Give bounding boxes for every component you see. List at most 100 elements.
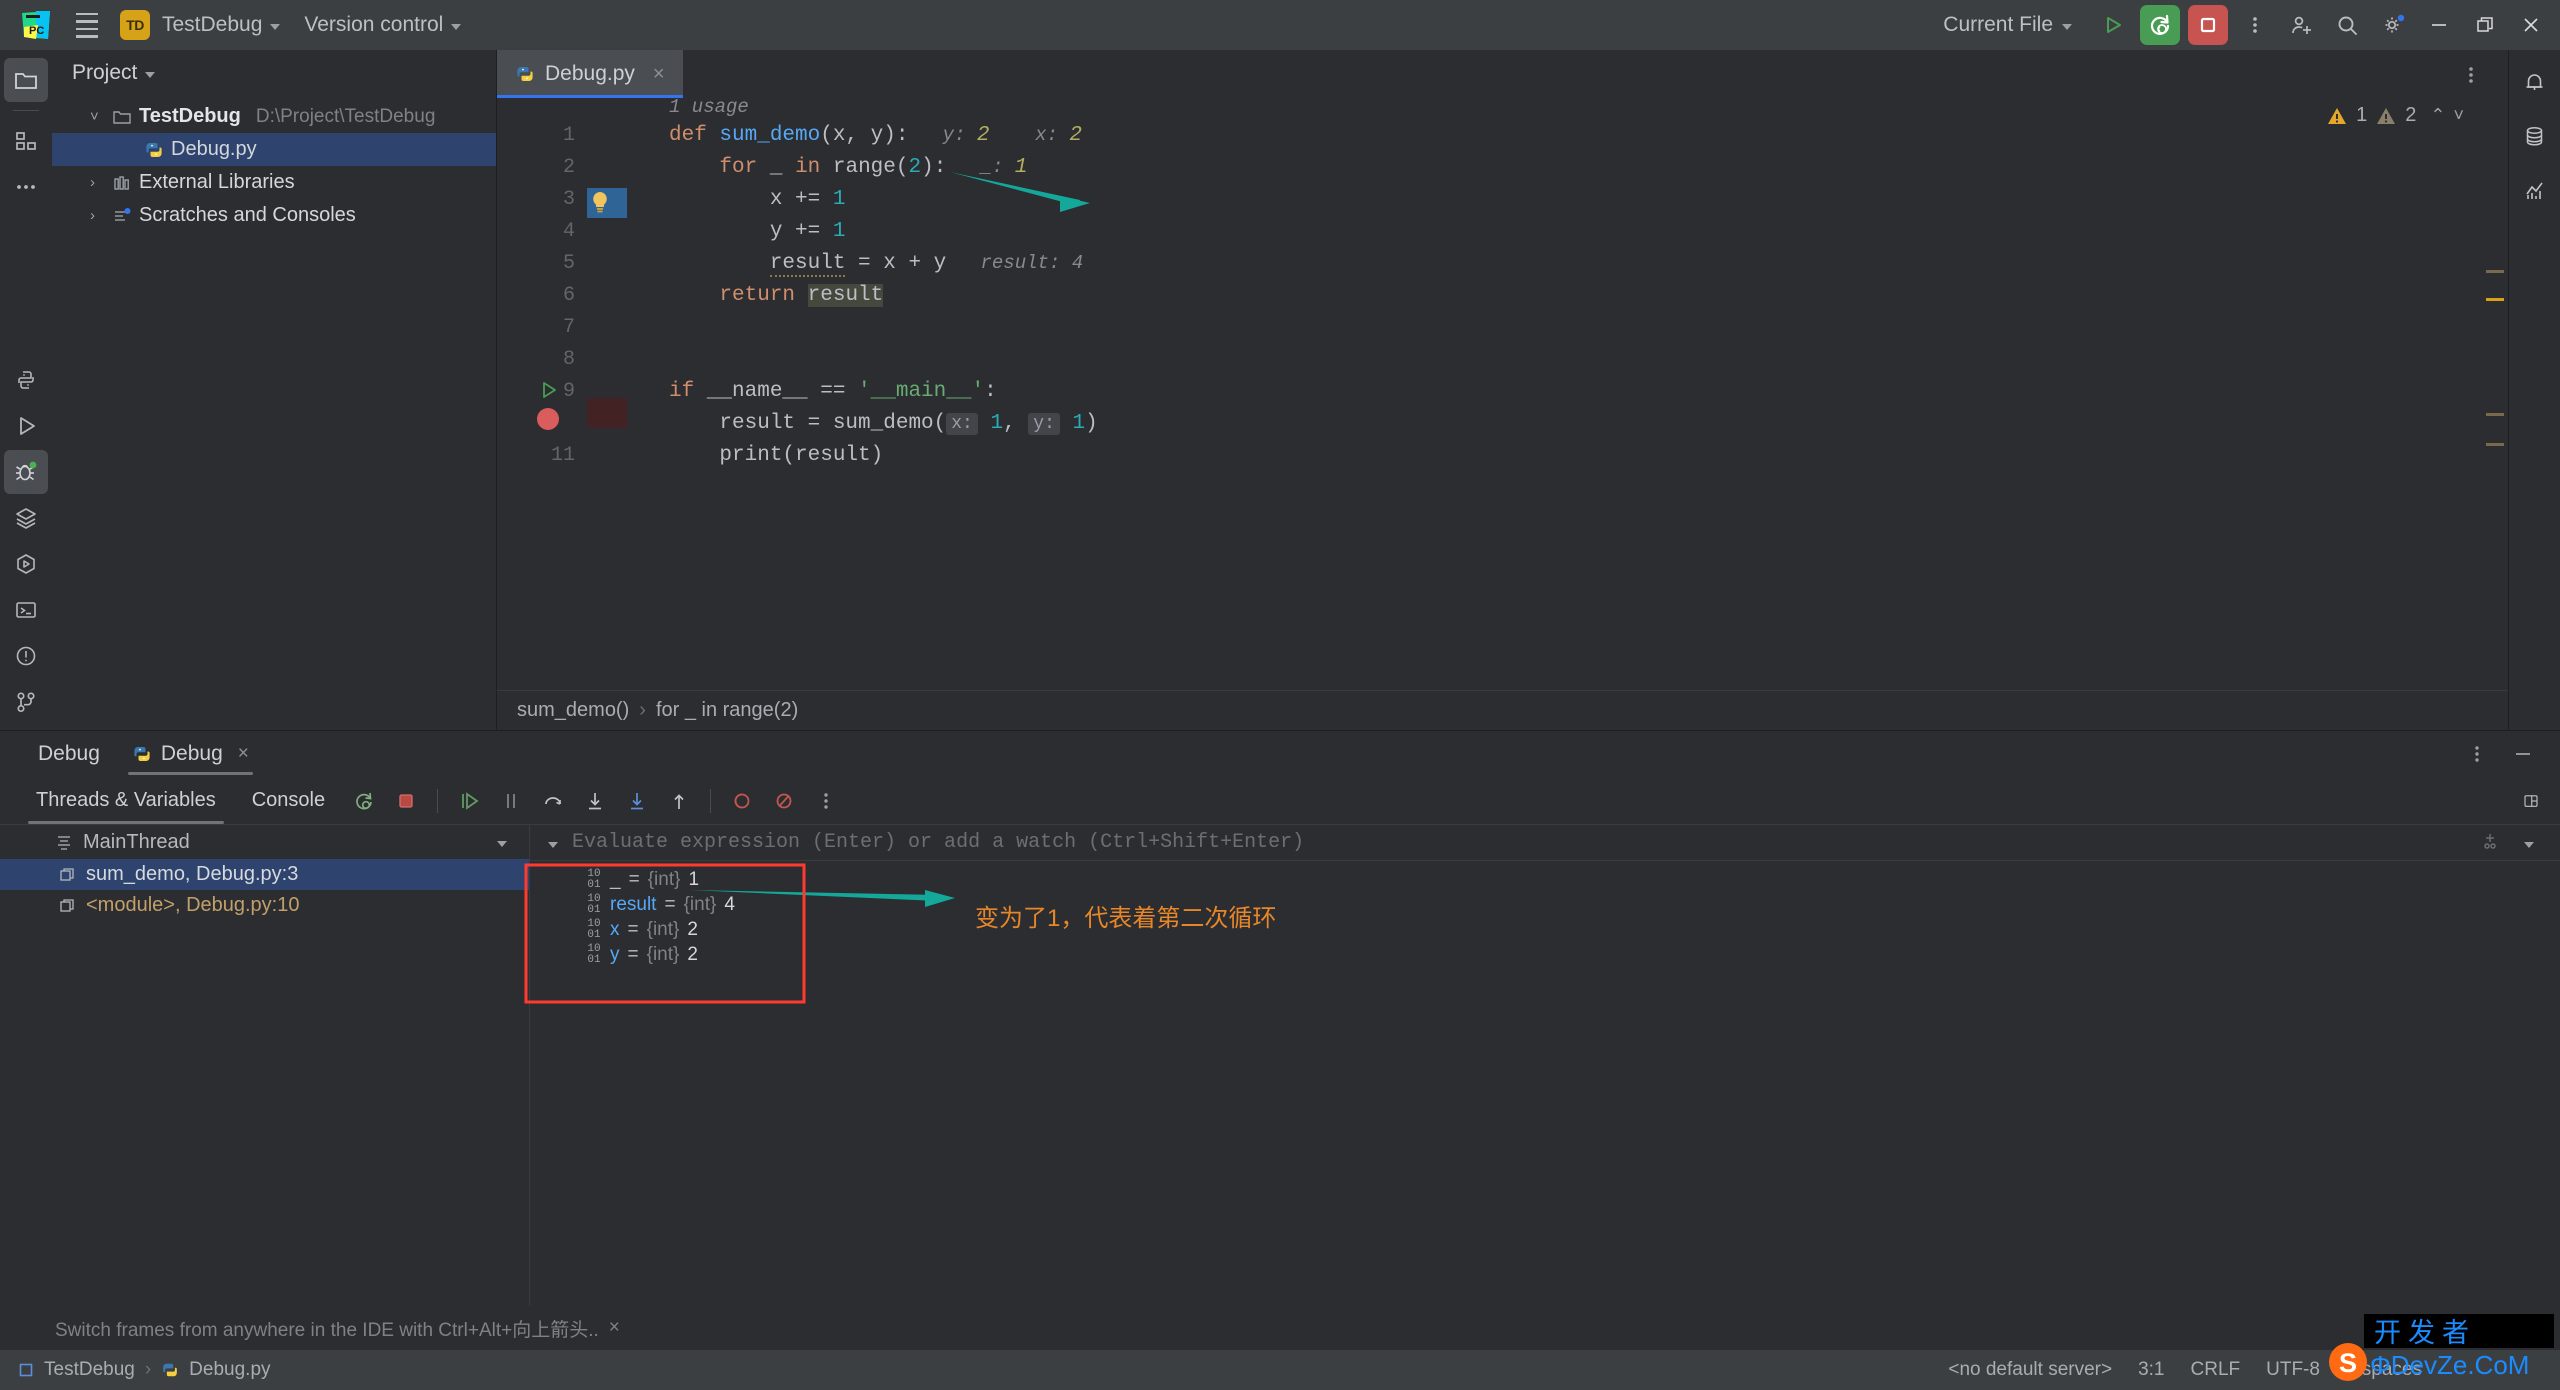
status-caret-position[interactable]: 3:1 bbox=[2138, 1359, 2164, 1381]
editor-options-button[interactable] bbox=[2448, 52, 2494, 98]
editor-tab-debug-py[interactable]: Debug.py × bbox=[497, 50, 683, 98]
chevron-down-icon[interactable] bbox=[548, 842, 558, 848]
sidebar-item-problems[interactable] bbox=[4, 634, 48, 678]
weak-warning-icon bbox=[2377, 107, 2396, 124]
sidebar-item-run[interactable] bbox=[4, 404, 48, 448]
editor-marker-bar[interactable] bbox=[2478, 98, 2508, 690]
mute-breakpoints-button[interactable] bbox=[765, 782, 803, 820]
chevron-down-icon[interactable]: ˅ bbox=[90, 108, 105, 125]
status-line-separator[interactable]: CRLF bbox=[2191, 1359, 2241, 1381]
debug-more-options-button[interactable] bbox=[807, 782, 845, 820]
svg-text:PC: PC bbox=[29, 25, 44, 37]
usage-hint[interactable]: 1 usage bbox=[669, 96, 749, 118]
variable-row[interactable]: 10 01 result = {int} 4 bbox=[530, 892, 2560, 917]
sidebar-item-services[interactable] bbox=[4, 496, 48, 540]
chevron-down-icon[interactable] bbox=[497, 840, 507, 847]
run-line-marker-icon[interactable] bbox=[539, 380, 559, 406]
close-icon[interactable]: × bbox=[238, 743, 249, 765]
breadcrumb-item-0[interactable]: sum_demo() bbox=[517, 699, 629, 722]
frame-row-sum-demo[interactable]: sum_demo, Debug.py:3 bbox=[0, 859, 529, 890]
next-problem-button[interactable]: ˅ bbox=[2453, 105, 2464, 126]
tree-node-debug-py[interactable]: Debug.py bbox=[52, 133, 496, 166]
rerun-debug-button[interactable] bbox=[345, 782, 383, 820]
binary-icon: 10 01 bbox=[587, 867, 601, 891]
close-window-button[interactable] bbox=[2508, 2, 2554, 48]
project-name-dropdown[interactable]: TestDebug bbox=[150, 8, 292, 42]
sidebar-item-python-console[interactable] bbox=[4, 542, 48, 586]
step-into-button[interactable] bbox=[576, 782, 614, 820]
variable-row[interactable]: 10 01 x = {int} 2 bbox=[530, 917, 2560, 942]
code-editor[interactable]: 1 2 3 4 5 6 7 8 9 11 1 usage def sum_dem… bbox=[497, 96, 2508, 690]
main-menu-button[interactable] bbox=[68, 7, 106, 43]
version-control-dropdown[interactable]: Version control bbox=[292, 8, 473, 42]
status-default-server[interactable]: <no default server> bbox=[1948, 1359, 2112, 1381]
tab-threads-and-variables[interactable]: Threads & Variables bbox=[20, 778, 232, 824]
debug-window-options-button[interactable] bbox=[2458, 735, 2496, 773]
inspections-widget[interactable]: 1 2 ⌃ ˅ bbox=[2326, 104, 2464, 127]
library-icon bbox=[114, 175, 129, 190]
settings-button[interactable] bbox=[2370, 2, 2416, 48]
tab-console[interactable]: Console bbox=[236, 778, 341, 824]
variable-type: {int} bbox=[646, 943, 680, 965]
variable-equals: = bbox=[627, 918, 639, 940]
add-watch-icon[interactable] bbox=[2480, 831, 2500, 858]
editor-gutter[interactable]: 1 2 3 4 5 6 7 8 9 11 bbox=[497, 98, 587, 690]
project-panel-header[interactable]: Project bbox=[52, 50, 496, 96]
restore-window-button[interactable] bbox=[2462, 2, 2508, 48]
step-out-button[interactable] bbox=[660, 782, 698, 820]
sidebar-item-structure[interactable] bbox=[4, 119, 48, 163]
more-actions-button[interactable] bbox=[2232, 2, 2278, 48]
search-everywhere-button[interactable] bbox=[2324, 2, 2370, 48]
add-user-button[interactable] bbox=[2278, 2, 2324, 48]
layout-settings-button[interactable] bbox=[2522, 782, 2560, 820]
breadcrumb-item-1[interactable]: for _ in range(2) bbox=[656, 699, 798, 722]
debug-session-tab[interactable]: Debug × bbox=[118, 731, 263, 777]
close-icon[interactable]: × bbox=[609, 1317, 620, 1339]
close-icon[interactable]: × bbox=[653, 63, 665, 86]
previous-problem-button[interactable]: ⌃ bbox=[2430, 105, 2445, 126]
variable-row[interactable]: 10 01 _ = {int} 1 bbox=[530, 867, 2560, 892]
frame-row-module[interactable]: <module>, Debug.py:10 bbox=[0, 890, 529, 921]
svg-text:S: S bbox=[2339, 1348, 2357, 1378]
sidebar-item-more[interactable] bbox=[4, 165, 48, 209]
view-breakpoints-button[interactable] bbox=[723, 782, 761, 820]
hide-debug-window-button[interactable] bbox=[2504, 735, 2542, 773]
sidebar-item-version-control[interactable] bbox=[4, 680, 48, 724]
chevron-down-icon bbox=[2062, 23, 2072, 30]
sidebar-item-python-packages[interactable] bbox=[4, 358, 48, 402]
status-encoding[interactable]: UTF-8 bbox=[2266, 1359, 2320, 1381]
chevron-right-icon[interactable]: › bbox=[90, 207, 105, 224]
run-configuration-selector[interactable]: Current File bbox=[1933, 8, 2082, 42]
evaluate-expression-input[interactable]: Evaluate expression (Enter) or add a wat… bbox=[530, 825, 2560, 861]
profiler-button[interactable] bbox=[2513, 168, 2557, 212]
intention-bulb-icon[interactable] bbox=[589, 190, 611, 220]
minimize-window-button[interactable] bbox=[2416, 2, 2462, 48]
force-step-into-button[interactable] bbox=[618, 782, 656, 820]
tree-node-scratches[interactable]: › Scratches and Consoles bbox=[52, 199, 496, 232]
notifications-button[interactable] bbox=[2513, 60, 2557, 104]
debug-toolbar: Threads & Variables Console bbox=[0, 777, 2560, 825]
stop-button[interactable] bbox=[2188, 5, 2228, 45]
database-button[interactable] bbox=[2513, 114, 2557, 158]
chevron-right-icon[interactable]: › bbox=[90, 174, 105, 191]
status-breadcrumb-project[interactable]: TestDebug bbox=[44, 1359, 135, 1381]
thread-row-mainthread[interactable]: MainThread bbox=[0, 825, 529, 859]
sidebar-item-terminal[interactable] bbox=[4, 588, 48, 632]
step-over-button[interactable] bbox=[534, 782, 572, 820]
variable-row[interactable]: 10 01 y = {int} 2 bbox=[530, 942, 2560, 967]
sidebar-item-debug[interactable] bbox=[4, 450, 48, 494]
code-text-area[interactable]: 1 usage def sum_demo(x, y): y: 2 x: 2 fo… bbox=[627, 96, 2478, 690]
breakpoint-marker-icon[interactable] bbox=[537, 408, 559, 430]
status-breadcrumb-file[interactable]: Debug.py bbox=[189, 1359, 270, 1381]
pause-program-button[interactable] bbox=[492, 782, 530, 820]
sidebar-item-project[interactable] bbox=[4, 58, 48, 102]
tree-node-testdebug[interactable]: ˅ TestDebug D:\Project\TestDebug bbox=[52, 100, 496, 133]
tree-node-external-libraries[interactable]: › External Libraries bbox=[52, 166, 496, 199]
editor-breadcrumb[interactable]: sum_demo() › for _ in range(2) bbox=[497, 690, 2508, 730]
chevron-down-icon[interactable] bbox=[2524, 842, 2534, 848]
debug-rerun-button[interactable] bbox=[2140, 5, 2180, 45]
stop-debug-button[interactable] bbox=[387, 782, 425, 820]
code-line-1: def sum_demo(x, y): y: 2 x: 2 bbox=[669, 124, 1082, 147]
run-button[interactable] bbox=[2090, 2, 2136, 48]
resume-program-button[interactable] bbox=[450, 782, 488, 820]
